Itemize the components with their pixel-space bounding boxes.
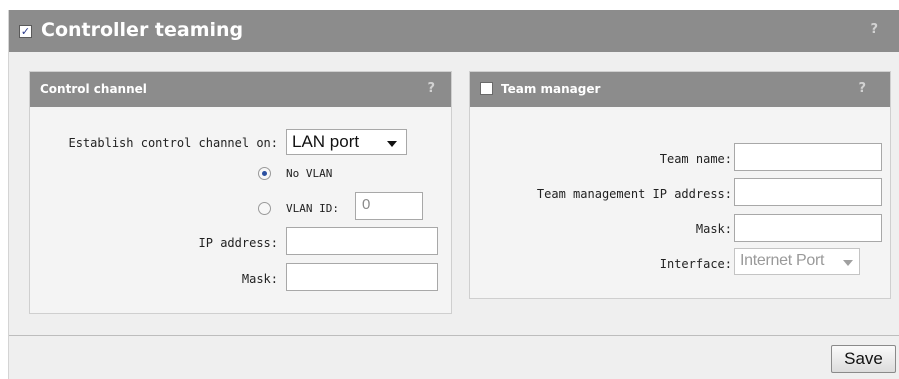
ip-address-input[interactable] — [286, 227, 438, 255]
dropdown-arrow-icon — [387, 141, 397, 147]
control-channel-title: Control channel — [40, 82, 147, 96]
help-icon[interactable]: ? — [427, 81, 435, 96]
mask-input[interactable] — [286, 263, 438, 291]
no-vlan-label: No VLAN — [286, 167, 333, 180]
vlan-id-radio[interactable] — [258, 202, 271, 215]
team-manager-checkbox[interactable] — [480, 82, 493, 95]
vlan-id-label: VLAN ID: — [286, 202, 339, 215]
team-mask-label: Mask: — [695, 222, 732, 236]
team-mask-input[interactable] — [734, 214, 882, 242]
mask-label: Mask: — [241, 272, 278, 286]
save-button[interactable]: Save — [831, 345, 896, 373]
team-mgmt-ip-input[interactable] — [734, 178, 882, 206]
establish-channel-label: Establish control channel on: — [68, 136, 278, 150]
section-header: ✓ Controller teaming ? — [9, 10, 899, 52]
section-title: Controller teaming — [41, 19, 244, 41]
interface-label: Interface: — [659, 257, 732, 271]
team-name-input[interactable] — [734, 143, 882, 171]
interface-select[interactable]: Internet Port — [734, 248, 860, 275]
control-channel-panel: Control channel ? Establish control chan… — [29, 71, 452, 314]
team-name-label: Team name: — [659, 152, 732, 166]
help-icon[interactable]: ? — [858, 81, 866, 96]
vlan-id-input[interactable]: 0 — [355, 192, 423, 220]
team-manager-header: Team manager ? — [470, 72, 890, 107]
team-manager-panel: Team manager ? Team name: Team managemen… — [469, 71, 891, 299]
help-icon[interactable]: ? — [870, 22, 878, 37]
establish-channel-value: LAN port — [292, 132, 360, 151]
team-manager-title: Team manager — [501, 82, 601, 96]
no-vlan-radio[interactable] — [258, 167, 271, 180]
establish-channel-select[interactable]: LAN port — [286, 129, 407, 155]
team-mgmt-ip-label: Team management IP address: — [536, 187, 732, 201]
interface-value: Internet Port — [740, 252, 825, 269]
dropdown-arrow-icon — [843, 260, 853, 266]
controller-teaming-section: ✓ Controller teaming ? Control channel ?… — [8, 10, 899, 379]
enable-teaming-checkbox[interactable]: ✓ — [19, 25, 32, 38]
footer-divider — [9, 335, 899, 336]
control-channel-header: Control channel ? — [30, 72, 451, 107]
ip-address-label: IP address: — [198, 236, 278, 250]
